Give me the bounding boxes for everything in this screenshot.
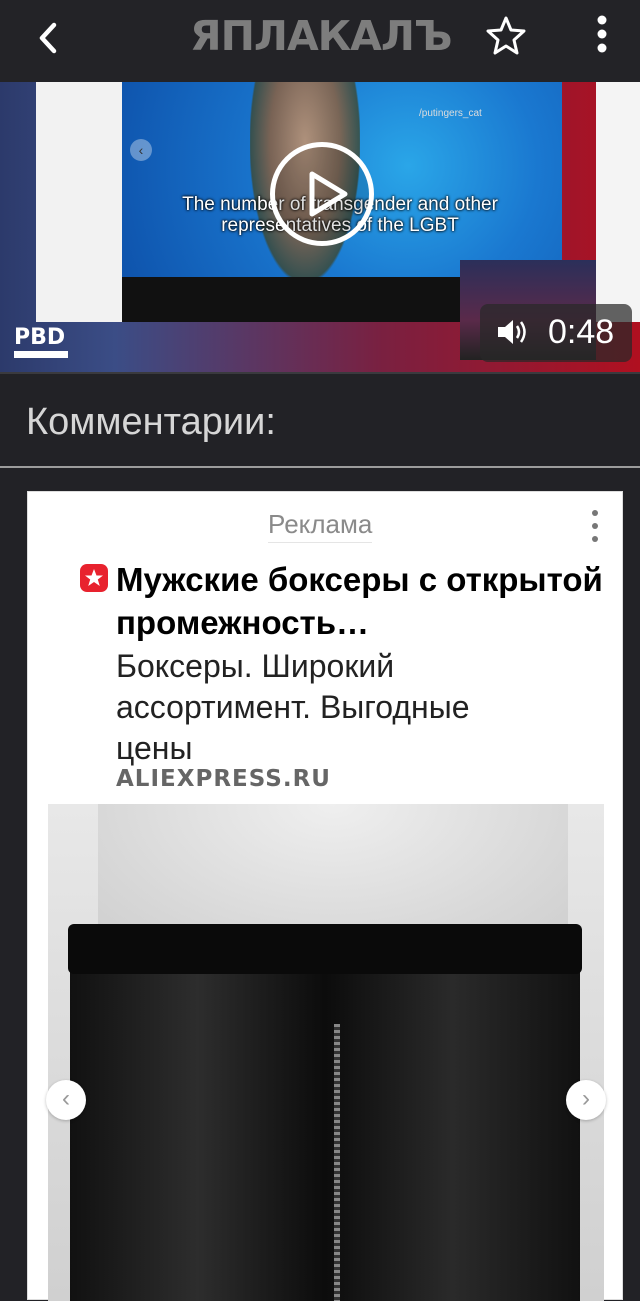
ad-title[interactable]: Мужские боксеры с открытой промежность… [116, 558, 606, 644]
channel-logo: PBD [14, 325, 66, 350]
product-shorts [70, 929, 580, 1301]
more-menu-button[interactable] [584, 12, 620, 56]
back-button[interactable] [28, 16, 72, 60]
chevron-left-icon [39, 22, 57, 54]
volume-icon [498, 320, 526, 344]
video-frame-panel [36, 82, 126, 322]
ad-domain[interactable]: ALIEXPRESS.RU [116, 766, 331, 792]
video-inner-arrow-icon: ‹ [130, 139, 152, 161]
product-torso [98, 804, 568, 944]
video-frame-strip [122, 277, 462, 322]
divider [0, 372, 640, 374]
comments-divider [0, 466, 640, 468]
favorite-button[interactable] [484, 14, 528, 58]
chevron-right-icon: › [582, 1085, 590, 1112]
video-player[interactable]: /putingers_cat ‹ The number of transgend… [0, 82, 640, 372]
product-zipper [334, 1024, 340, 1301]
ad-label: Реклама [268, 508, 373, 543]
carousel-next-button[interactable]: › [566, 1080, 606, 1120]
more-vertical-icon [597, 15, 607, 53]
more-vertical-icon-dot [592, 523, 598, 529]
more-vertical-icon-dot [592, 536, 598, 542]
comments-heading: Комментарии: [26, 401, 276, 443]
volume-button[interactable] [496, 317, 530, 347]
ad-card[interactable]: Реклама Мужские боксеры с открытой проме… [27, 491, 623, 1301]
aliexpress-logo-icon [80, 564, 108, 592]
channel-logo-underline [14, 351, 68, 358]
site-logo[interactable]: ЯПЛАКАЛЪ [190, 6, 460, 66]
chevron-left-icon: ‹ [62, 1085, 70, 1112]
ad-menu-button[interactable] [584, 506, 606, 546]
video-frame-panel-right [596, 82, 640, 322]
play-button[interactable] [270, 142, 374, 246]
carousel-prev-button[interactable]: ‹ [46, 1080, 86, 1120]
product-waistband [68, 924, 582, 974]
more-vertical-icon [592, 510, 598, 516]
video-handle: /putingers_cat [419, 108, 482, 119]
star-icon [486, 16, 526, 55]
top-bar: ЯПЛАКАЛЪ [0, 0, 640, 83]
ad-product-image[interactable] [48, 804, 604, 1301]
video-duration: 0:48 [548, 313, 615, 351]
ad-description: Боксеры. Широкий ассортимент. Выгодные ц… [116, 648, 470, 766]
play-icon [309, 171, 348, 217]
